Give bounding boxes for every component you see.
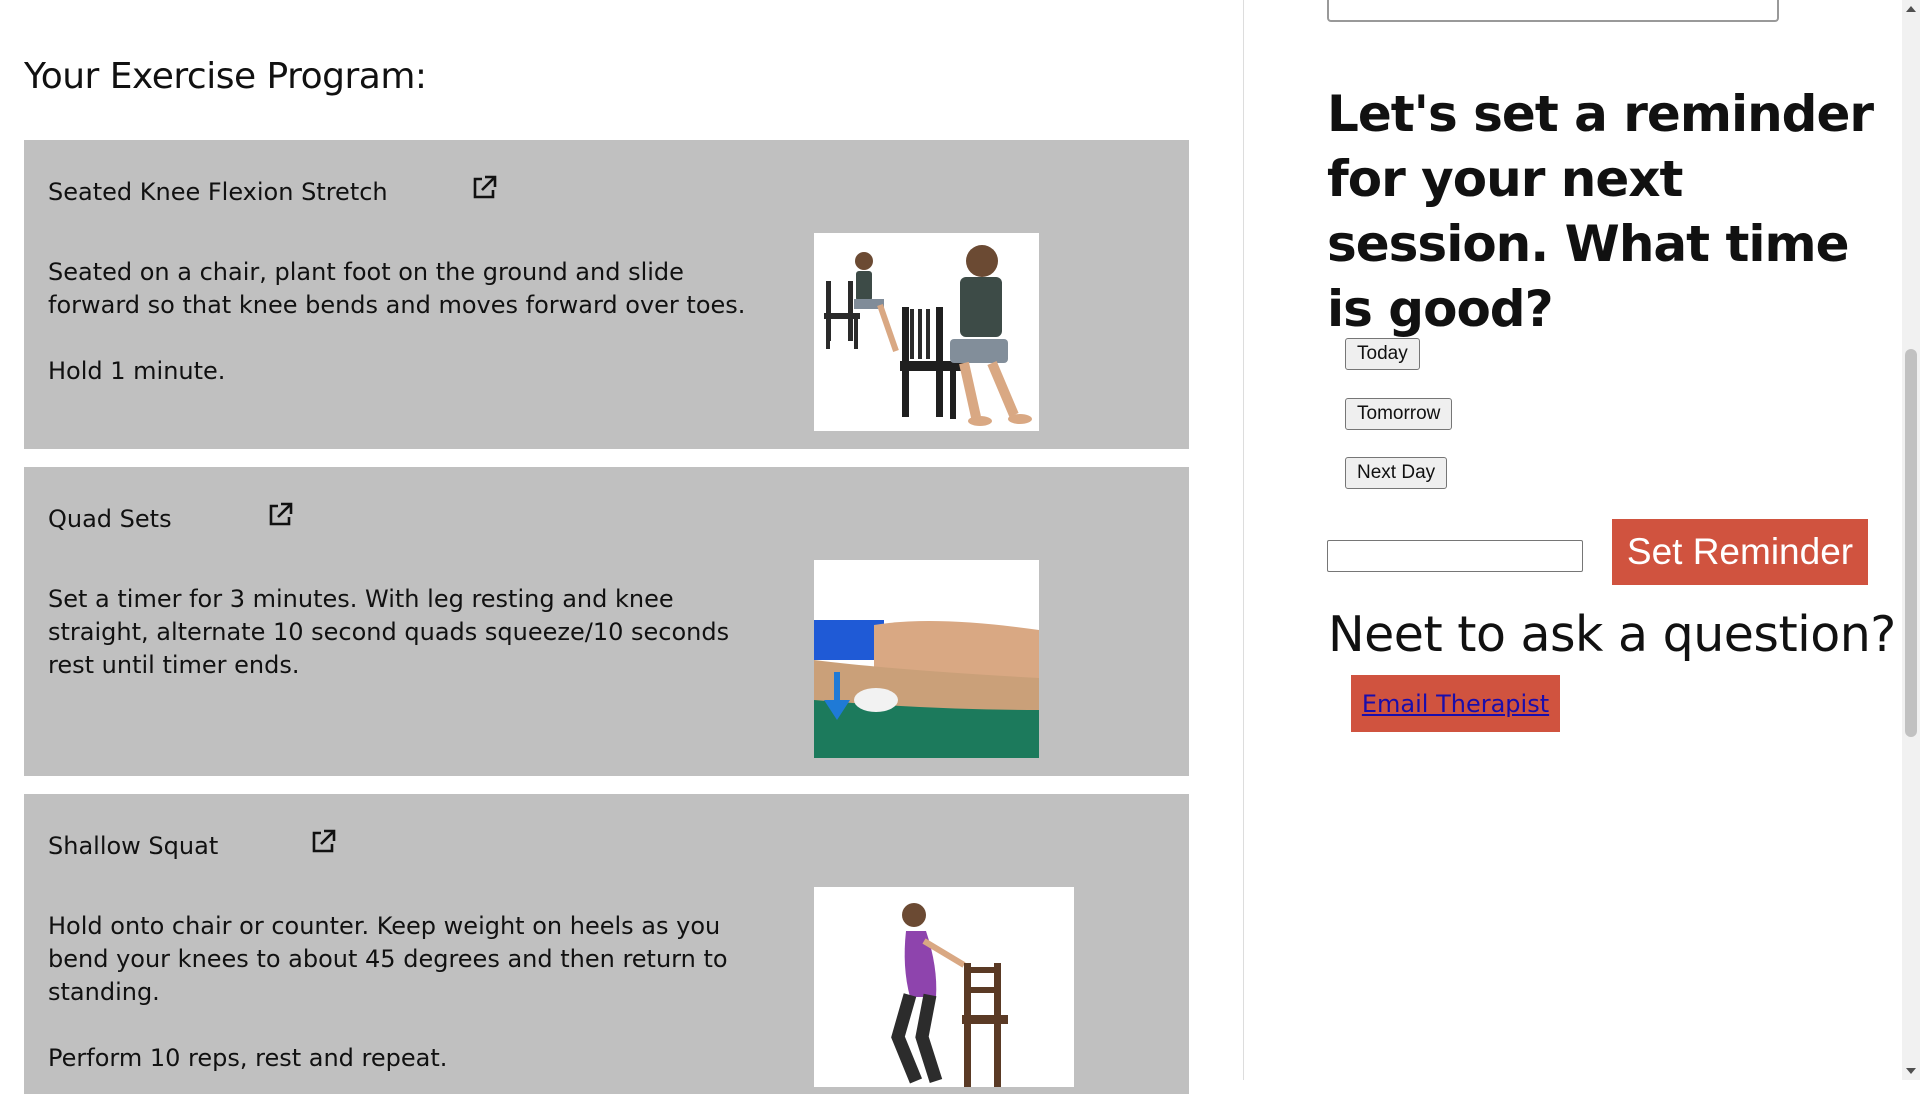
quad-sets-image: [814, 560, 1039, 758]
next-day-button[interactable]: Next Day: [1345, 457, 1448, 489]
external-link-icon[interactable]: [470, 174, 498, 202]
exercise-description: Set a timer for 3 minutes. With leg rest…: [48, 583, 748, 715]
scroll-down-arrow-icon[interactable]: [1906, 1068, 1916, 1074]
external-link-icon[interactable]: [266, 501, 294, 529]
email-therapist-link[interactable]: Email Therapist: [1362, 690, 1549, 718]
tomorrow-button[interactable]: Tomorrow: [1345, 398, 1453, 430]
description-paragraph: Set a timer for 3 minutes. With leg rest…: [48, 585, 730, 679]
shallow-squat-image: [814, 887, 1074, 1087]
exercise-title: Quad Sets: [48, 505, 172, 533]
seated-knee-flexion-image: [814, 233, 1039, 431]
today-button[interactable]: Today: [1345, 338, 1420, 370]
exercise-card: Seated Knee Flexion Stretch Seated on a …: [24, 140, 1189, 449]
reminder-time-input[interactable]: [1327, 540, 1583, 572]
reminder-heading: Let's set a reminder for your next sessi…: [1327, 85, 1874, 338]
scroll-up-arrow-icon[interactable]: [1906, 6, 1916, 12]
vertical-scrollbar[interactable]: [1902, 0, 1920, 1080]
set-reminder-button[interactable]: Set Reminder: [1612, 519, 1868, 585]
question-heading: Neet to ask a question?: [1328, 606, 1896, 663]
exercise-description: Hold onto chair or counter. Keep weight …: [48, 910, 748, 1108]
description-paragraph: Seated on a chair, plant foot on the gro…: [48, 258, 746, 319]
program-title: Your Exercise Program:: [24, 56, 427, 97]
description-paragraph: Perform 10 reps, rest and repeat.: [48, 1044, 448, 1072]
email-therapist-box: Email Therapist: [1351, 675, 1560, 732]
top-input-field[interactable]: [1327, 0, 1779, 22]
exercise-program-panel: Your Exercise Program: Seated Knee Flexi…: [0, 0, 1243, 1094]
exercise-title: Seated Knee Flexion Stretch: [48, 178, 388, 206]
exercise-description: Seated on a chair, plant foot on the gro…: [48, 256, 748, 421]
reminder-panel: Let's set a reminder for your next sessi…: [1244, 0, 1902, 1080]
external-link-icon[interactable]: [309, 828, 337, 856]
exercise-card: Quad Sets Set a timer for 3 minutes. Wit…: [24, 467, 1189, 776]
description-paragraph: Hold 1 minute.: [48, 357, 226, 385]
exercise-card: Shallow Squat Hold onto chair or counter…: [24, 794, 1189, 1094]
scrollbar-thumb[interactable]: [1905, 349, 1917, 737]
description-paragraph: Hold onto chair or counter. Keep weight …: [48, 912, 728, 1006]
exercise-title: Shallow Squat: [48, 832, 219, 860]
